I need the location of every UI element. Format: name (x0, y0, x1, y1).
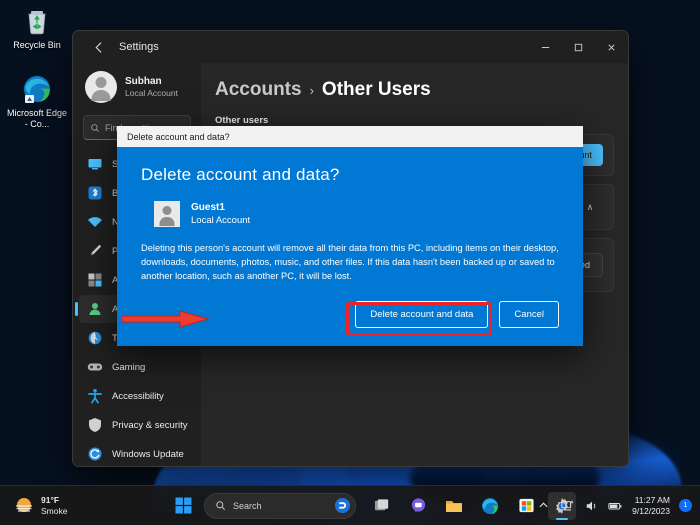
desktop-icon-recycle-bin[interactable]: Recycle Bin (6, 6, 68, 51)
close-icon (606, 42, 617, 53)
clock-time: 11:27 AM (632, 495, 670, 506)
arrow-left-icon (93, 41, 106, 54)
avatar (85, 71, 117, 103)
desktop-icon-label: Microsoft Edge - Co... (6, 108, 68, 130)
personalization-icon (87, 243, 103, 259)
sidebar-item-windows-update[interactable]: Windows Update (79, 440, 195, 467)
delete-account-dialog: Delete account and data? Delete account … (117, 126, 583, 346)
dialog-titlebar: Delete account and data? (117, 126, 583, 147)
breadcrumb-parent[interactable]: Accounts (215, 79, 302, 101)
system-icon (87, 156, 103, 172)
profile-account-type: Local Account (125, 88, 178, 99)
microsoft-edge-icon (22, 74, 52, 104)
tray-network-icon[interactable] (560, 498, 575, 513)
sidebar-item-label: Gaming (112, 362, 145, 373)
weather-temperature: 91°F (41, 495, 67, 506)
dialog-user-row: Guest1 Local Account (154, 201, 559, 227)
maximize-button[interactable] (562, 31, 595, 63)
windows-logo-icon (175, 497, 192, 514)
taskbar-search-input[interactable]: Search (204, 493, 356, 519)
accessibility-icon (87, 388, 103, 404)
taskbar: 91°F Smoke Search (0, 485, 700, 525)
tray-overflow-chevron-up-icon[interactable] (536, 498, 551, 513)
taskbar-file-explorer-button[interactable] (440, 492, 468, 520)
window-controls (529, 31, 628, 63)
minimize-icon (540, 42, 551, 53)
sidebar-item-label: Windows Update (112, 449, 184, 460)
taskbar-search-text: Search (233, 501, 327, 511)
minimize-button[interactable] (529, 31, 562, 63)
accounts-icon (87, 301, 103, 317)
sidebar-item-accessibility[interactable]: Accessibility (79, 382, 195, 410)
clock-date: 9/12/2023 (632, 506, 670, 517)
sidebar-item-label: Privacy & security (112, 420, 188, 431)
task-view-icon (374, 497, 391, 514)
dialog-user-name: Guest1 (191, 201, 250, 214)
dialog-body-text: Deleting this person's account will remo… (141, 241, 559, 283)
network-icon (87, 214, 103, 230)
back-button[interactable] (85, 34, 113, 60)
time-language-icon (87, 330, 103, 346)
microsoft-store-icon (518, 497, 535, 514)
search-icon (215, 500, 226, 511)
taskbar-clock[interactable]: 11:27 AM 9/12/2023 (632, 495, 670, 517)
weather-smoke-icon (14, 496, 34, 516)
close-button[interactable] (595, 31, 628, 63)
dialog-titlebar-text: Delete account and data? (127, 132, 230, 142)
sidebar-item-privacy-security[interactable]: Privacy & security (79, 411, 195, 439)
start-button[interactable] (170, 493, 196, 519)
taskbar-microsoft-edge-button[interactable] (476, 492, 504, 520)
maximize-icon (573, 42, 584, 53)
delete-account-and-data-button[interactable]: Delete account and data (355, 301, 488, 328)
page-title: Other Users (322, 79, 431, 101)
dialog-heading: Delete account and data? (141, 165, 559, 185)
breadcrumb: Accounts › Other Users (215, 79, 614, 101)
profile-block[interactable]: Subhan Local Account (79, 63, 195, 113)
taskbar-center: Search (170, 492, 576, 520)
breadcrumb-separator-icon: › (310, 83, 314, 98)
settings-title: Settings (119, 41, 159, 53)
taskbar-chat-button[interactable] (404, 492, 432, 520)
desktop-icon-label: Recycle Bin (6, 40, 68, 51)
privacy-security-icon (87, 417, 103, 433)
taskbar-task-view-button[interactable] (368, 492, 396, 520)
settings-titlebar: Settings (73, 31, 628, 63)
bluetooth-icon (87, 185, 103, 201)
search-icon (90, 123, 100, 133)
cancel-button[interactable]: Cancel (499, 301, 559, 328)
weather-condition: Smoke (41, 506, 67, 517)
dialog-user-avatar (154, 201, 180, 227)
sidebar-item-gaming[interactable]: Gaming (79, 353, 195, 381)
dialog-user-account-type: Local Account (191, 214, 250, 227)
system-tray: 11:27 AM 9/12/2023 1 (536, 495, 692, 517)
microsoft-edge-icon (481, 497, 499, 515)
annotation-arrow-icon (122, 308, 210, 330)
file-explorer-icon (445, 497, 463, 515)
weather-widget[interactable]: 91°F Smoke (14, 495, 67, 517)
section-heading-other-users: Other users (215, 115, 614, 126)
gaming-icon (87, 359, 103, 375)
dialog-actions: Delete account and data Cancel (355, 301, 559, 328)
profile-name: Subhan (125, 76, 178, 88)
desktop-icon-microsoft-edge[interactable]: Microsoft Edge - Co... (6, 74, 68, 130)
apps-icon (87, 272, 103, 288)
copilot-icon[interactable] (334, 497, 351, 514)
recycle-bin-icon (22, 6, 52, 36)
chat-icon (410, 497, 427, 514)
desktop: Recycle Bin Microsoft Edge - Co... Setti… (0, 0, 700, 525)
notification-badge[interactable]: 1 (679, 499, 692, 512)
tray-volume-icon[interactable] (584, 498, 599, 513)
dialog-body: Delete account and data? Guest1 Local Ac… (117, 147, 583, 346)
windows-update-icon (87, 446, 103, 462)
tray-battery-icon[interactable] (608, 498, 623, 513)
sidebar-item-label: Accessibility (112, 391, 164, 402)
